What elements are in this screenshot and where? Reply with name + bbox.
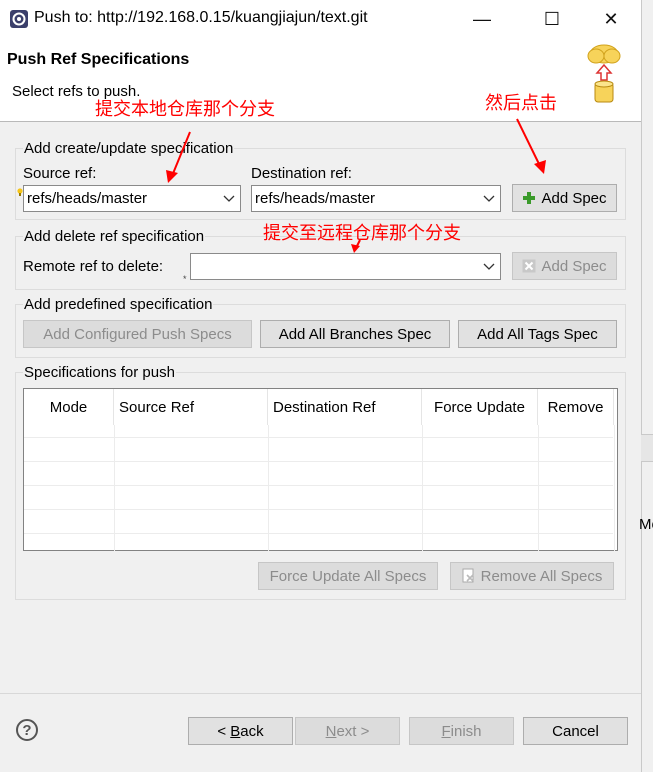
- column-header-force-update[interactable]: Force Update: [422, 389, 538, 425]
- source-ref-value: refs/heads/master: [27, 190, 148, 207]
- maximize-button[interactable]: ☐: [532, 4, 572, 34]
- source-ref-combo[interactable]: refs/heads/master: [23, 185, 241, 212]
- column-header-remove[interactable]: Remove: [538, 389, 614, 425]
- back-mnemonic: B: [230, 722, 241, 740]
- finish-button[interactable]: Finish: [409, 717, 514, 745]
- add-all-branches-spec-button[interactable]: Add All Branches Spec: [260, 320, 450, 348]
- help-icon[interactable]: ?: [16, 719, 38, 741]
- next-mnemonic: N: [325, 722, 337, 740]
- table-row: [24, 485, 613, 486]
- finish-rest: inish: [450, 722, 482, 740]
- push-wizard-banner-icon: [584, 40, 624, 106]
- footer-separator: [0, 693, 641, 694]
- destination-ref-combo[interactable]: refs/heads/master: [251, 185, 501, 212]
- back-rest: ack: [240, 722, 264, 740]
- annotation-then-click: 然后点击: [485, 93, 557, 113]
- specs-for-push-group-label: Specifications for push: [23, 364, 176, 381]
- column-divider: [268, 425, 269, 551]
- column-header-mode[interactable]: Mode: [24, 389, 114, 425]
- chevron-down-icon: [483, 195, 495, 202]
- chevron-down-icon: [223, 195, 235, 202]
- background-text-fragment: Me: [639, 516, 653, 533]
- add-delete-spec-button[interactable]: Add Spec: [512, 252, 617, 280]
- add-configured-push-specs-button[interactable]: Add Configured Push Specs: [23, 320, 252, 348]
- next-button[interactable]: Next >: [295, 717, 400, 745]
- create-update-group-label: Add create/update specification: [23, 140, 235, 157]
- plus-icon: [523, 192, 536, 204]
- column-header-source-ref[interactable]: Source Ref: [114, 389, 268, 425]
- minimize-button[interactable]: —: [462, 4, 502, 34]
- back-button[interactable]: < Back: [188, 717, 293, 745]
- delete-x-icon: [522, 259, 536, 273]
- background-window-edge: [641, 0, 653, 772]
- required-marker-icon: *: [183, 274, 187, 284]
- remove-all-specs-button[interactable]: Remove All Specs: [450, 562, 614, 590]
- cancel-button[interactable]: Cancel: [523, 717, 628, 745]
- predefined-group-label: Add predefined specification: [23, 296, 214, 313]
- column-divider: [614, 425, 615, 551]
- next-rest: ext >: [336, 722, 370, 740]
- table-row: [24, 533, 613, 534]
- remote-ref-label: Remote ref to delete:: [23, 258, 164, 275]
- back-prefix: <: [217, 722, 231, 740]
- column-divider: [422, 425, 423, 551]
- annotation-remote-branch: 提交至远程仓库那个分支: [263, 223, 461, 243]
- source-ref-label: Source ref:: [23, 165, 97, 182]
- remove-all-specs-label: Remove All Specs: [480, 567, 603, 585]
- remote-ref-combo[interactable]: [190, 253, 501, 280]
- destination-ref-label: Destination ref:: [251, 165, 352, 182]
- window-title: Push to: http://192.168.0.15/kuangjiajun…: [34, 9, 368, 26]
- column-header-destination-ref[interactable]: Destination Ref: [268, 389, 422, 425]
- column-divider: [538, 425, 539, 551]
- eclipse-app-icon: [9, 9, 29, 29]
- table-row: [24, 437, 613, 438]
- add-all-tags-spec-button[interactable]: Add All Tags Spec: [458, 320, 617, 348]
- table-row: [24, 509, 613, 510]
- close-button[interactable]: ✕: [591, 4, 631, 34]
- remove-all-icon: [462, 568, 474, 583]
- chevron-down-icon: [483, 263, 495, 270]
- force-update-all-specs-button[interactable]: Force Update All Specs: [258, 562, 438, 590]
- destination-ref-value: refs/heads/master: [255, 190, 376, 207]
- add-spec-button[interactable]: Add Spec: [512, 184, 617, 212]
- push-specs-table[interactable]: Mode Source Ref Destination Ref Force Up…: [23, 388, 618, 551]
- column-divider: [114, 425, 115, 551]
- add-spec-label: Add Spec: [541, 189, 607, 207]
- add-delete-spec-label: Add Spec: [541, 257, 607, 275]
- table-row: [24, 461, 613, 462]
- annotation-local-branch: 提交本地仓库那个分支: [95, 99, 275, 119]
- page-title: Push Ref Specifications: [7, 51, 190, 68]
- background-panel-strip: [641, 434, 653, 462]
- finish-mnemonic: F: [441, 722, 451, 740]
- delete-ref-group-label: Add delete ref specification: [23, 228, 206, 245]
